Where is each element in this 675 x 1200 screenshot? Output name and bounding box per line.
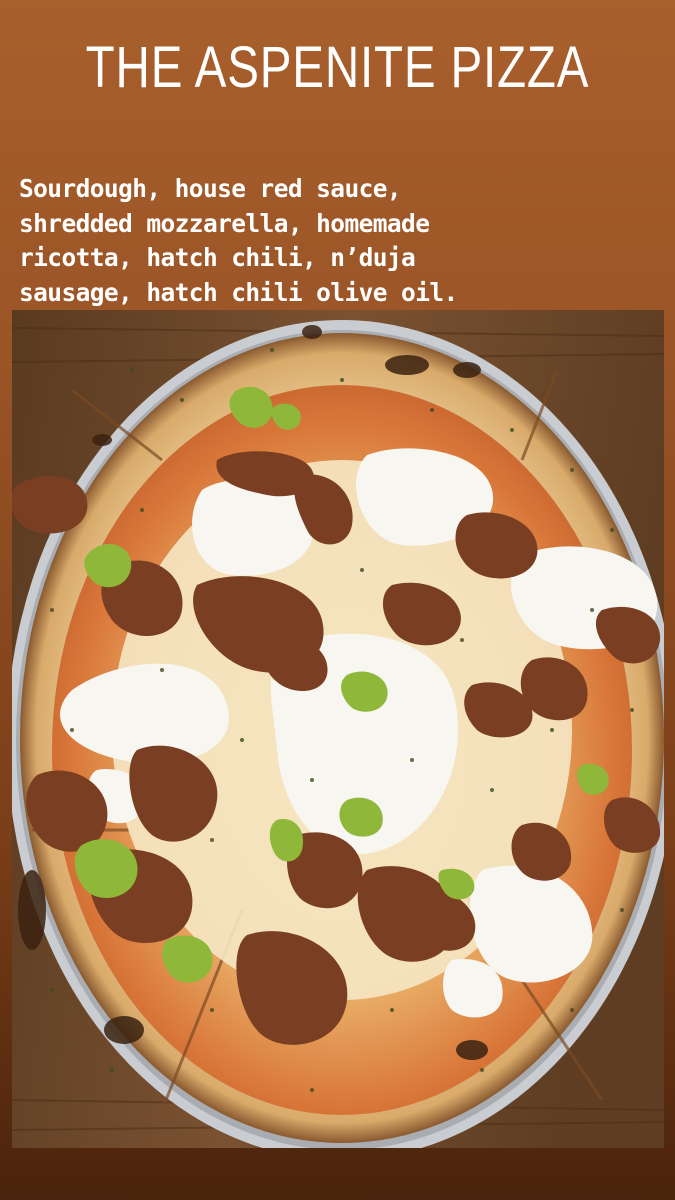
caption-line: sausage, hatch chili olive oil. xyxy=(19,277,458,307)
caption-line: Sourdough, house red sauce, xyxy=(19,174,402,203)
story-screen: THE ASPENITE PIZZA Sourdough, house red … xyxy=(0,0,675,1200)
caption-line: shredded mozzarella, homemade xyxy=(19,208,430,238)
pizza-photo xyxy=(12,310,664,1148)
pizza-illustration xyxy=(12,310,664,1148)
story-caption: Sourdough, house red sauce, shredded moz… xyxy=(19,172,659,310)
story-title: THE ASPENITE PIZZA xyxy=(85,35,590,100)
caption-line: ricotta, hatch chili, n’duja xyxy=(19,243,416,272)
